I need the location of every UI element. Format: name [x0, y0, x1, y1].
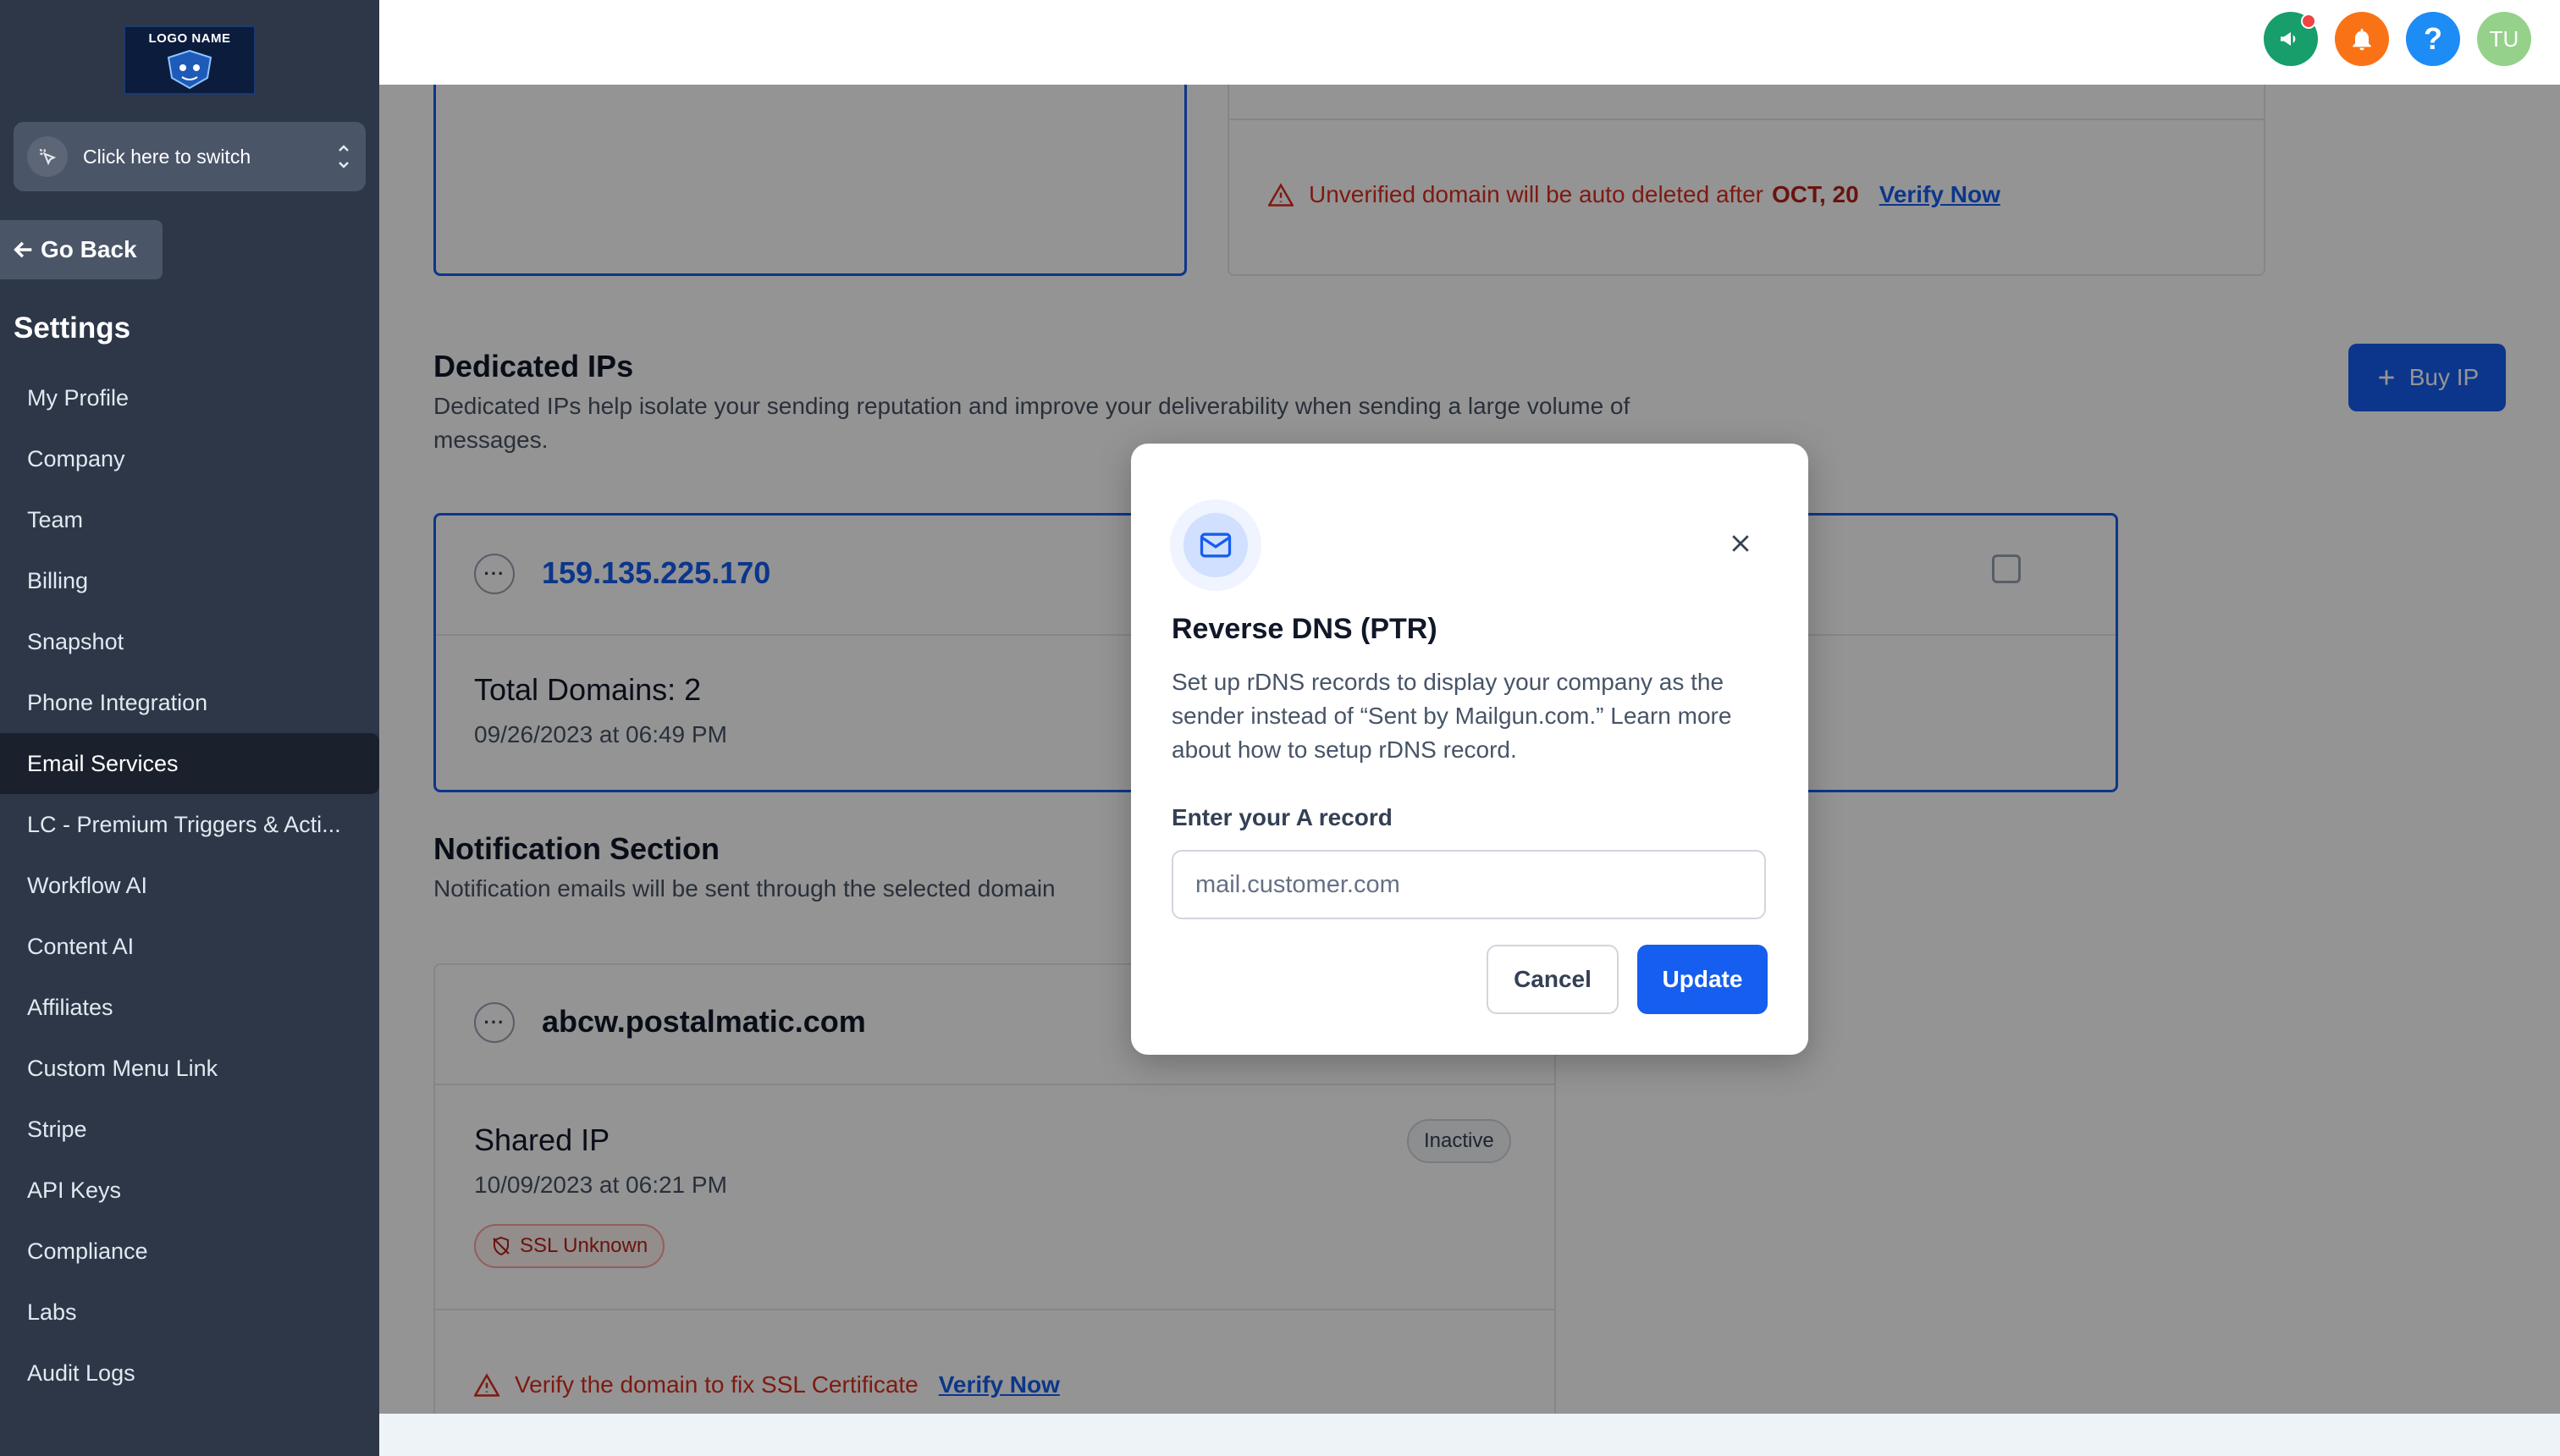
user-avatar[interactable]: TU [2477, 12, 2531, 66]
sidebar-item-labs[interactable]: Labs [0, 1282, 379, 1343]
sidebar-item-stripe[interactable]: Stripe [0, 1099, 379, 1160]
settings-heading: Settings [14, 312, 131, 345]
sidebar: LOGO NAME Click here to switch Go Back S… [0, 0, 379, 1456]
arrow-left-icon [14, 241, 32, 258]
pointer-click-icon [27, 136, 68, 177]
notifications-button[interactable] [2335, 12, 2389, 66]
cancel-button[interactable]: Cancel [1487, 945, 1619, 1014]
sidebar-item-billing[interactable]: Billing [0, 550, 379, 611]
unread-dot [2301, 14, 2316, 29]
close-modal-button[interactable] [1720, 523, 1761, 564]
bottom-strip [379, 1414, 2560, 1456]
switcher-label: Click here to switch [83, 145, 251, 168]
a-record-input[interactable] [1172, 850, 1766, 919]
help-icon: ? [2424, 21, 2442, 56]
modal-icon-circle [1170, 499, 1261, 591]
sidebar-item-premium-triggers[interactable]: LC - Premium Triggers & Acti... [0, 794, 379, 855]
sidebar-item-team[interactable]: Team [0, 489, 379, 550]
megaphone-icon [2281, 32, 2296, 46]
sidebar-item-email-services[interactable]: Email Services [0, 733, 379, 794]
a-record-label: Enter your A record [1172, 804, 1393, 830]
top-bar: ? TU [379, 0, 2560, 85]
logo-shield-icon [167, 49, 212, 89]
modal-description: Set up rDNS records to display your comp… [1172, 669, 1732, 763]
sidebar-item-api-keys[interactable]: API Keys [0, 1160, 379, 1221]
logo-text: LOGO NAME [148, 30, 231, 46]
close-icon [1732, 535, 1749, 552]
sidebar-item-workflow-ai[interactable]: Workflow AI [0, 855, 379, 916]
sidebar-item-audit-logs[interactable]: Audit Logs [0, 1343, 379, 1404]
mail-icon [1200, 532, 1232, 558]
sidebar-item-phone-integration[interactable]: Phone Integration [0, 672, 379, 733]
update-button[interactable]: Update [1637, 945, 1768, 1014]
account-switcher[interactable]: Click here to switch [14, 122, 366, 191]
help-button[interactable]: ? [2406, 12, 2460, 66]
company-logo[interactable]: LOGO NAME [124, 25, 256, 95]
sidebar-item-snapshot[interactable]: Snapshot [0, 611, 379, 672]
sidebar-item-my-profile[interactable]: My Profile [0, 367, 379, 428]
announcements-button[interactable] [2264, 12, 2318, 66]
avatar-initials: TU [2489, 25, 2519, 52]
sidebar-item-custom-menu-link[interactable]: Custom Menu Link [0, 1038, 379, 1099]
go-back-button[interactable]: Go Back [0, 220, 163, 279]
chevron-up-down-icon [339, 145, 349, 168]
reverse-dns-modal: Reverse DNS (PTR) Set up rDNS records to… [1131, 444, 1808, 1055]
sidebar-item-content-ai[interactable]: Content AI [0, 916, 379, 977]
sidebar-item-compliance[interactable]: Compliance [0, 1221, 379, 1282]
go-back-label: Go Back [41, 236, 137, 262]
sidebar-item-affiliates[interactable]: Affiliates [0, 977, 379, 1038]
modal-title: Reverse DNS (PTR) [1172, 613, 1437, 645]
settings-nav: My Profile Company Team Billing Snapshot… [0, 367, 379, 1404]
sidebar-item-company[interactable]: Company [0, 428, 379, 489]
bell-icon [2353, 29, 2371, 51]
